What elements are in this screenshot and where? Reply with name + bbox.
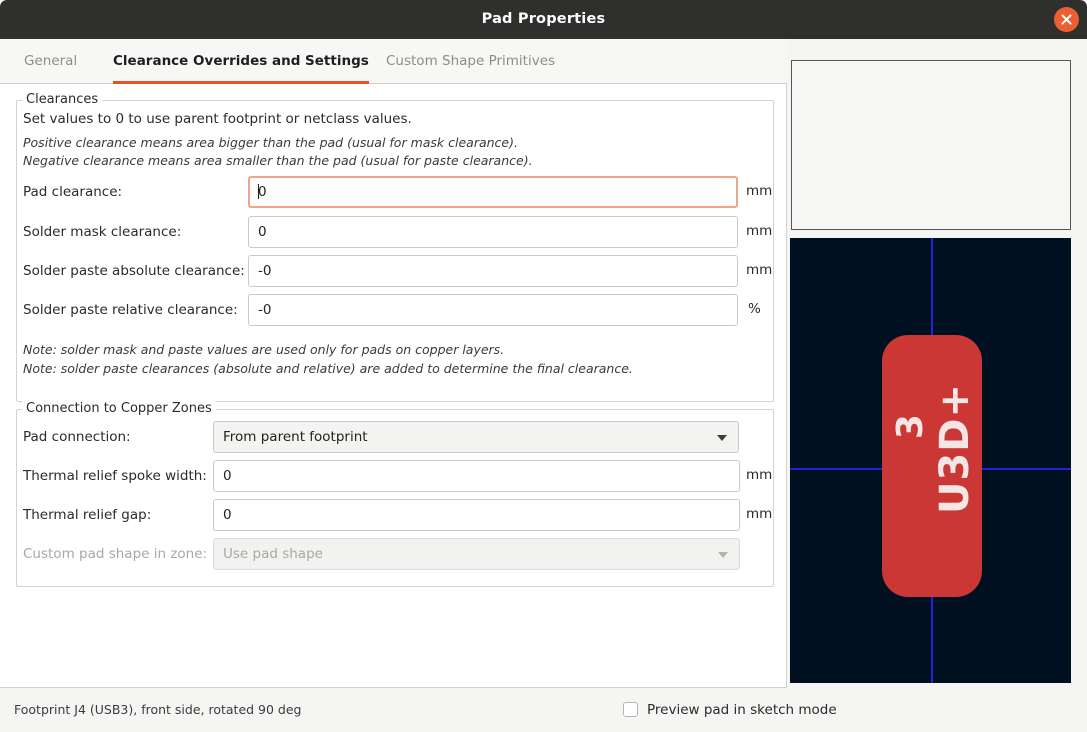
chevron-down-icon [717, 435, 727, 441]
pad-clearance-input[interactable]: 0 [248, 176, 738, 208]
custom-pad-shape-in-zone-dropdown: Use pad shape [213, 538, 740, 570]
clearances-group-title: Clearances [22, 92, 103, 107]
solder-paste-absolute-clearance-label: Solder paste absolute clearance: [23, 263, 245, 279]
pad-properties-dialog: Pad Properties General Clearance Overrid… [0, 0, 1087, 732]
pad-clearance-label: Pad clearance: [23, 184, 123, 200]
pad-netname-text: U3D+ [932, 383, 978, 515]
preview-sketch-mode-label: Preview pad in sketch mode [647, 702, 837, 718]
clearances-note-1: Note: solder mask and paste values are u… [23, 342, 505, 357]
clearances-group: Clearances Set values to 0 to use parent… [16, 92, 774, 402]
clearances-hint-positive: Positive clearance means area bigger tha… [23, 135, 518, 150]
clearances-hint-main: Set values to 0 to use parent footprint … [23, 111, 412, 127]
checkbox-box-icon [623, 702, 638, 717]
solder-mask-clearance-label: Solder mask clearance: [23, 224, 182, 240]
chevron-down-icon-disabled [718, 552, 728, 558]
solder-paste-absolute-clearance-input[interactable]: -0 [248, 255, 738, 287]
pad-preview-canvas[interactable]: 3 U3D+ [790, 238, 1071, 683]
solder-paste-relative-clearance-label: Solder paste relative clearance: [23, 302, 238, 318]
thermal-relief-gap-input[interactable]: 0 [213, 499, 740, 531]
pad-clearance-value: 0 [258, 184, 267, 200]
pad-connection-label: Pad connection: [23, 429, 131, 445]
solder-paste-absolute-clearance-unit: mm [746, 262, 773, 278]
pad-connection-dropdown[interactable]: From parent footprint [213, 421, 739, 453]
clearances-hint-negative: Negative clearance means area smaller th… [23, 153, 533, 168]
solder-paste-relative-clearance-input[interactable]: -0 [248, 294, 738, 326]
tab-strip: General Clearance Overrides and Settings… [0, 39, 787, 84]
thermal-relief-spoke-width-unit: mm [746, 467, 773, 483]
close-icon[interactable] [1054, 7, 1079, 32]
footprint-status-text: Footprint J4 (USB3), front side, rotated… [14, 702, 302, 717]
solder-mask-clearance-input[interactable]: 0 [248, 216, 738, 248]
thermal-relief-spoke-width-label: Thermal relief spoke width: [23, 468, 207, 484]
tab-general[interactable]: General [14, 39, 87, 84]
title-bar: Pad Properties [0, 0, 1087, 39]
custom-pad-shape-in-zone-label: Custom pad shape in zone: [23, 546, 208, 562]
pad-shape: 3 U3D+ [882, 335, 982, 597]
custom-pad-shape-in-zone-value: Use pad shape [223, 546, 323, 562]
window-title: Pad Properties [481, 11, 606, 27]
pad-shape-preview-box [791, 60, 1071, 230]
thermal-relief-gap-unit: mm [746, 506, 773, 522]
thermal-relief-spoke-width-input[interactable]: 0 [213, 460, 740, 492]
connection-group-title: Connection to Copper Zones [22, 401, 216, 416]
solder-mask-clearance-unit: mm [746, 223, 773, 239]
pad-connection-value: From parent footprint [223, 429, 368, 445]
tab-clearance-overrides-and-settings[interactable]: Clearance Overrides and Settings [103, 39, 379, 84]
clearances-note-2: Note: solder paste clearances (absolute … [23, 361, 633, 376]
connection-to-copper-zones-group: Connection to Copper Zones Pad connectio… [16, 401, 774, 587]
tab-custom-shape-primitives[interactable]: Custom Shape Primitives [376, 39, 565, 84]
bottom-bar: Footprint J4 (USB3), front side, rotated… [0, 688, 1087, 732]
solder-paste-relative-clearance-unit: % [748, 301, 761, 317]
tab-content-panel: Clearances Set values to 0 to use parent… [0, 84, 787, 688]
pad-clearance-unit: mm [746, 183, 773, 199]
pad-number-text: 3 [890, 413, 931, 440]
thermal-relief-gap-label: Thermal relief gap: [23, 507, 152, 523]
